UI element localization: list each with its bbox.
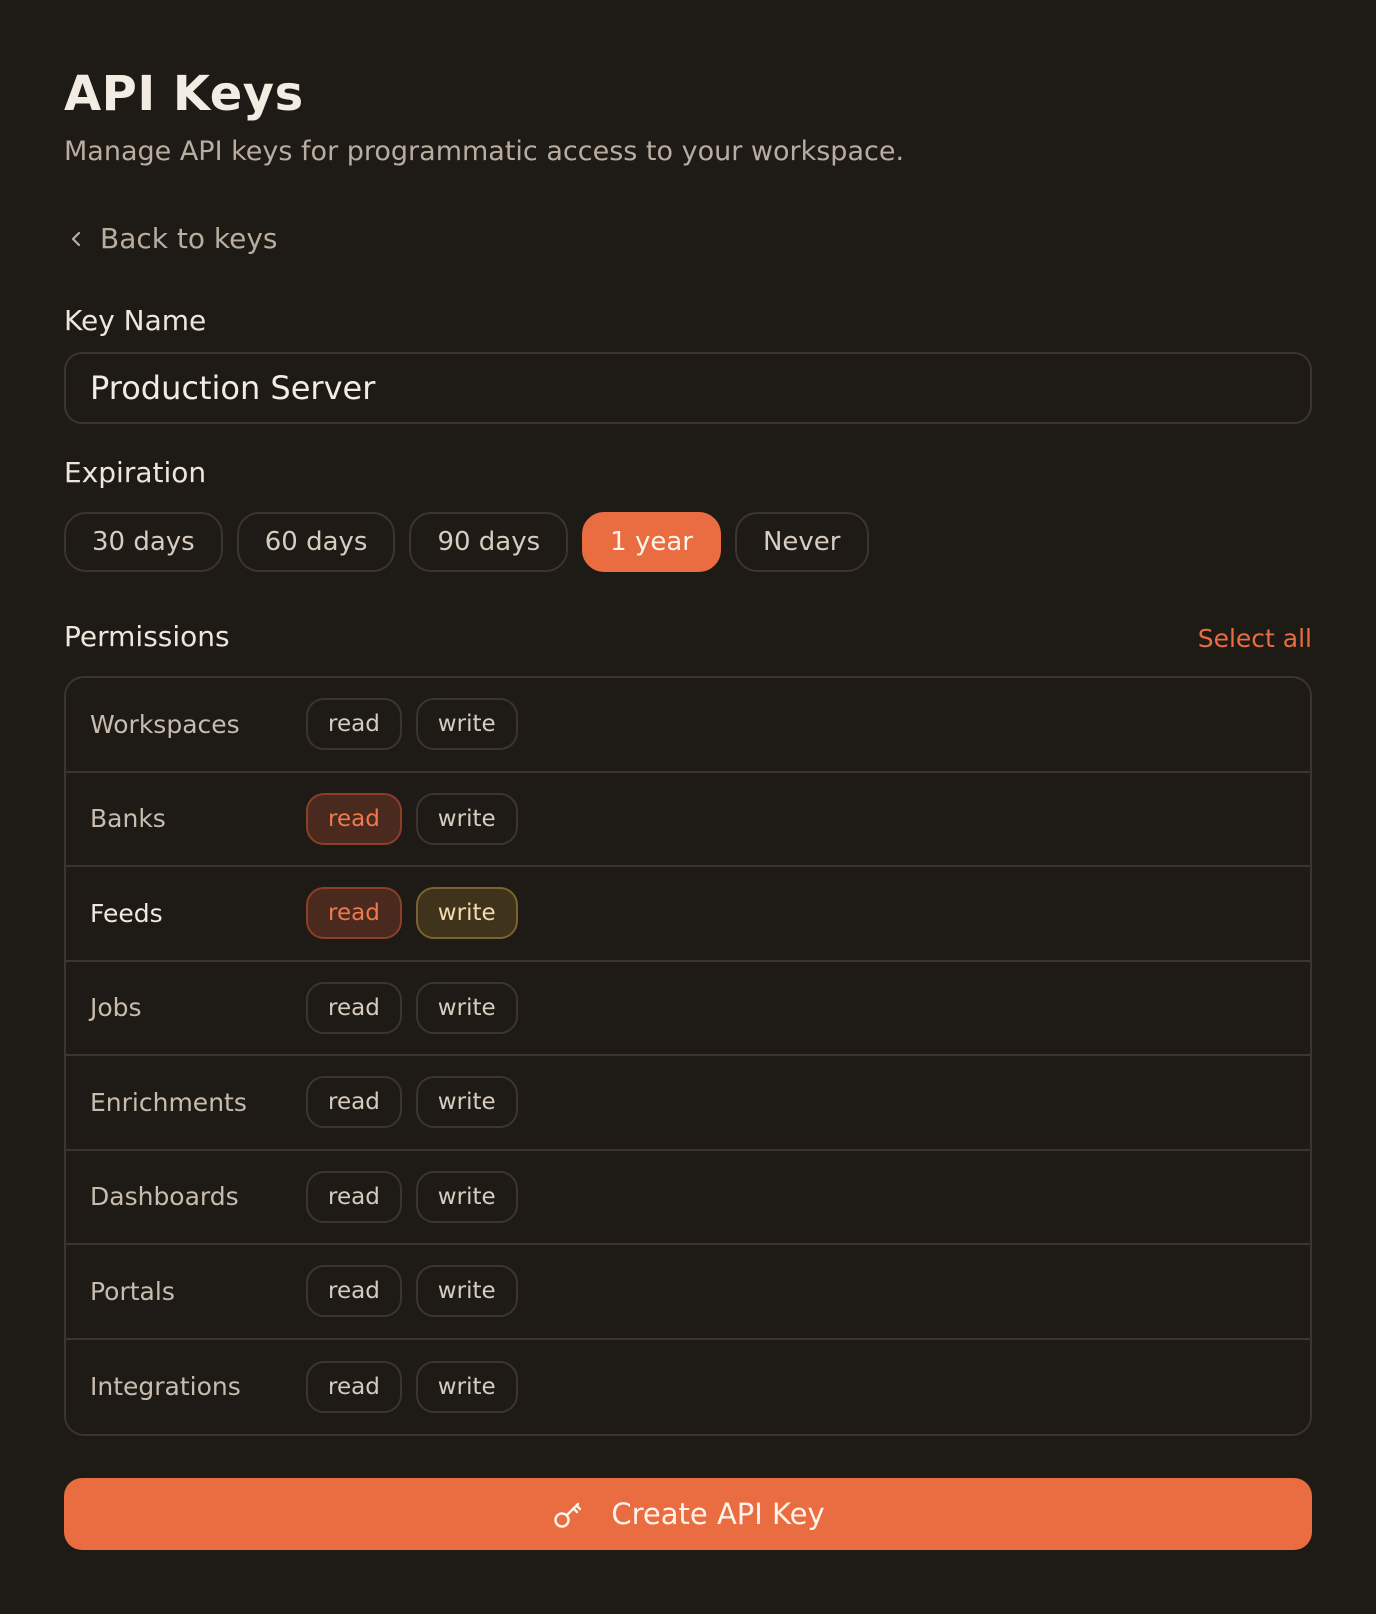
expiration-option-90-days[interactable]: 90 days xyxy=(409,512,569,572)
permission-name: Enrichments xyxy=(90,1087,247,1117)
permission-name: Jobs xyxy=(90,993,142,1023)
write-toggle[interactable]: write xyxy=(415,981,518,1034)
page-title: API Keys xyxy=(64,66,304,122)
expiration-option-30-days[interactable]: 30 days xyxy=(64,512,223,572)
read-toggle[interactable]: read xyxy=(306,1360,402,1413)
read-toggle[interactable]: read xyxy=(306,1170,402,1223)
permission-row-dashboards: Dashboards read write xyxy=(66,1151,1310,1245)
permission-name: Integrations xyxy=(90,1372,241,1402)
permission-row-workspaces: Workspaces read write xyxy=(66,678,1310,773)
permission-row-feeds: Feeds read write xyxy=(66,867,1310,962)
permissions-table: Workspaces read write Banks read write Feeds re… xyxy=(64,676,1312,1436)
expiration-option-1-year[interactable]: 1 year xyxy=(582,512,721,572)
permission-row-enrichments: Enrichments read write xyxy=(66,1056,1310,1151)
permission-chips: read write xyxy=(306,792,518,845)
permission-row-jobs: Jobs read write xyxy=(66,962,1310,1056)
permission-chips: read write xyxy=(306,981,518,1034)
key-icon xyxy=(551,1497,585,1531)
read-toggle[interactable]: read xyxy=(306,1076,402,1129)
permission-chips: read write xyxy=(306,698,518,751)
permission-chips: read write xyxy=(306,1265,518,1318)
permission-chips: read write xyxy=(306,1360,518,1413)
permission-chips: read write xyxy=(306,1170,518,1223)
permissions-label: Permissions xyxy=(64,620,230,653)
write-toggle[interactable]: write xyxy=(415,1170,518,1223)
api-keys-page: API Keys Manage API keys for programmati… xyxy=(0,0,1376,1614)
read-toggle[interactable]: read xyxy=(306,887,402,940)
write-toggle[interactable]: write xyxy=(415,1265,518,1318)
expiration-options: 30 days 60 days 90 days 1 year Never xyxy=(64,512,869,572)
expiration-label: Expiration xyxy=(64,456,207,489)
permission-name: Feeds xyxy=(90,898,163,928)
create-button-label: Create API Key xyxy=(611,1497,825,1531)
permission-row-integrations: Integrations read write xyxy=(66,1340,1310,1435)
permission-row-portals: Portals read write xyxy=(66,1245,1310,1340)
permission-chips: read write xyxy=(306,1076,518,1129)
permission-row-banks: Banks read write xyxy=(66,773,1310,867)
key-name-input[interactable] xyxy=(64,352,1312,424)
write-toggle[interactable]: write xyxy=(415,887,518,940)
back-link-label: Back to keys xyxy=(100,222,278,255)
page-subtitle: Manage API keys for programmatic access … xyxy=(64,136,905,167)
permission-name: Dashboards xyxy=(90,1182,239,1212)
write-toggle[interactable]: write xyxy=(415,1360,518,1413)
chevron-left-icon xyxy=(64,227,88,251)
expiration-option-60-days[interactable]: 60 days xyxy=(236,512,396,572)
permission-name: Portals xyxy=(90,1276,175,1306)
key-name-label: Key Name xyxy=(64,304,207,337)
permission-name: Workspaces xyxy=(90,709,240,739)
read-toggle[interactable]: read xyxy=(306,1265,402,1318)
write-toggle[interactable]: write xyxy=(415,792,518,845)
expiration-option-never[interactable]: Never xyxy=(734,512,869,572)
permission-chips: read write xyxy=(306,887,518,940)
back-to-keys-link[interactable]: Back to keys xyxy=(64,222,278,255)
read-toggle[interactable]: read xyxy=(306,792,402,845)
read-toggle[interactable]: read xyxy=(306,981,402,1034)
select-all-link[interactable]: Select all xyxy=(1198,624,1312,653)
write-toggle[interactable]: write xyxy=(415,1076,518,1129)
read-toggle[interactable]: read xyxy=(306,698,402,751)
write-toggle[interactable]: write xyxy=(415,698,518,751)
permission-name: Banks xyxy=(90,804,166,834)
create-api-key-button[interactable]: Create API Key xyxy=(64,1478,1312,1550)
